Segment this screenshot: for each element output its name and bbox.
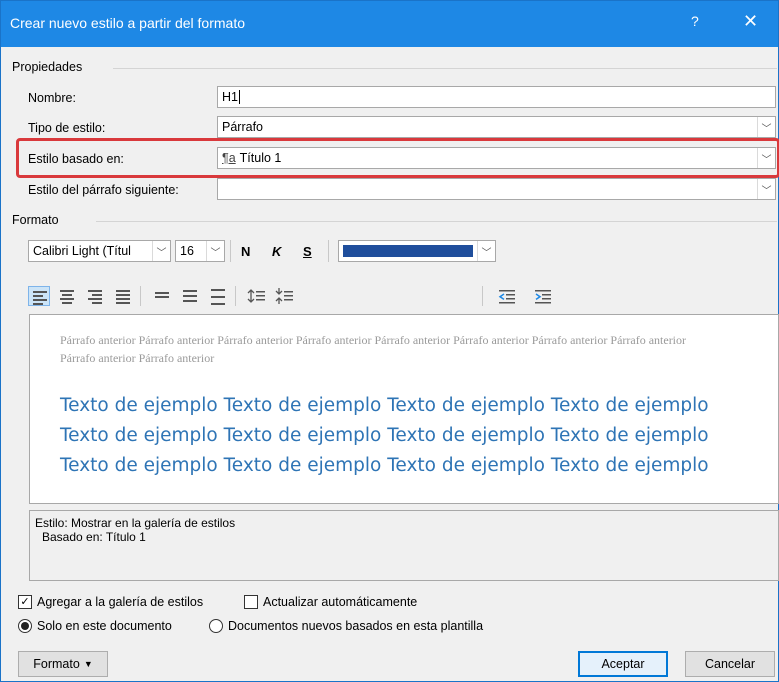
radio-unselected-icon [209, 619, 223, 633]
name-label: Nombre: [28, 91, 76, 105]
font-size-select[interactable]: 16 ﹀ [175, 240, 225, 262]
previous-paragraph-text: Párrafo anterior Párrafo anterior Párraf… [60, 333, 687, 365]
paragraph-style-icon: ¶a [222, 151, 236, 165]
align-right-icon [88, 290, 102, 306]
add-to-gallery-label: Agregar a la galería de estilos [37, 595, 204, 609]
one-half-spacing-icon [183, 290, 197, 304]
format-section-label: Formato [12, 213, 59, 227]
style-type-label: Tipo de estilo: [28, 121, 106, 135]
properties-divider [113, 68, 777, 69]
only-this-document-radio[interactable]: Solo en este documento [18, 619, 172, 633]
space-after-button[interactable] [274, 286, 296, 306]
style-type-value: Párrafo [222, 120, 263, 134]
space-after-icon [275, 288, 293, 304]
cancel-button-label: Cancelar [704, 657, 756, 671]
underline-button[interactable]: S [303, 244, 312, 259]
single-spacing-button[interactable] [151, 286, 173, 306]
dialog-title: Crear nuevo estilo a partir del formato [10, 15, 245, 31]
format-divider [96, 221, 777, 222]
next-style-label: Estilo del párrafo siguiente: [28, 183, 179, 197]
chevron-down-icon[interactable]: ﹀ [152, 241, 170, 261]
font-select[interactable]: Calibri Light (Títul ﹀ [28, 240, 171, 262]
cancel-button[interactable]: Cancelar [685, 651, 775, 677]
align-left-button[interactable] [28, 286, 50, 306]
style-type-select[interactable]: Párrafo ﹀ [217, 116, 776, 138]
double-spacing-icon [211, 289, 225, 307]
create-style-dialog: Crear nuevo estilo a partir del formato … [0, 0, 779, 682]
increase-indent-button[interactable] [532, 286, 554, 306]
font-color-swatch [343, 245, 473, 257]
align-center-button[interactable] [56, 286, 78, 306]
based-on-select[interactable]: ¶a Título 1 ﹀ [217, 147, 776, 169]
bold-button[interactable]: N [241, 244, 250, 259]
new-documents-radio[interactable]: Documentos nuevos basados en esta planti… [209, 619, 483, 633]
justify-button[interactable] [112, 286, 134, 306]
based-on-value: Título 1 [239, 151, 282, 165]
justify-icon [116, 290, 130, 306]
add-to-gallery-checkbox[interactable]: ✓ Agregar a la galería de estilos [18, 595, 203, 609]
sample-text: Texto de ejemplo Texto de ejemplo Texto … [60, 395, 709, 476]
italic-button[interactable]: K [272, 244, 281, 259]
align-right-button[interactable] [84, 286, 106, 306]
single-spacing-icon [155, 292, 169, 300]
text-caret [238, 90, 240, 104]
radio-selected-icon [18, 619, 32, 633]
caret-down-icon: ▼ [83, 659, 93, 669]
double-spacing-button[interactable] [207, 286, 229, 306]
name-input[interactable]: H1 [217, 86, 776, 108]
font-size-value: 16 [180, 244, 194, 258]
checkbox-checked-icon: ✓ [18, 595, 32, 609]
description-line-1: Estilo: Mostrar en la galería de estilos [35, 516, 236, 530]
chevron-down-icon[interactable]: ﹀ [206, 241, 224, 261]
close-icon[interactable]: ✕ [743, 11, 758, 32]
align-left-icon [33, 291, 47, 307]
font-color-select[interactable]: ﹀ [338, 240, 496, 262]
toolbar-separator [482, 286, 483, 306]
align-center-icon [60, 290, 74, 306]
style-preview: Párrafo anterior Párrafo anterior Párraf… [29, 314, 779, 504]
accept-button[interactable]: Aceptar [578, 651, 668, 677]
decrease-indent-button[interactable] [496, 286, 518, 306]
space-before-icon [247, 289, 265, 303]
next-style-select[interactable]: ﹀ [217, 178, 776, 200]
format-menu-button[interactable]: Formato ▼ [18, 651, 108, 677]
chevron-down-icon[interactable]: ﹀ [477, 241, 495, 261]
based-on-label: Estilo basado en: [28, 152, 124, 166]
toolbar-separator [140, 286, 141, 306]
properties-section-label: Propiedades [12, 60, 83, 74]
new-documents-label: Documentos nuevos basados en esta planti… [228, 619, 484, 633]
decrease-indent-icon [498, 290, 515, 304]
increase-indent-icon [535, 290, 551, 304]
toolbar-separator [230, 240, 231, 262]
chevron-down-icon[interactable]: ﹀ [757, 179, 775, 199]
style-description: Estilo: Mostrar en la galería de estilos… [29, 510, 779, 581]
one-half-spacing-button[interactable] [179, 286, 201, 306]
checkbox-unchecked-icon [244, 595, 258, 609]
title-bar: Crear nuevo estilo a partir del formato … [1, 1, 778, 47]
only-this-document-label: Solo en este documento [37, 619, 172, 633]
accept-button-label: Aceptar [601, 657, 645, 671]
space-before-button[interactable] [246, 286, 268, 306]
format-button-label: Formato [33, 657, 80, 671]
toolbar-separator [235, 286, 236, 306]
auto-update-checkbox[interactable]: Actualizar automáticamente [244, 595, 417, 609]
font-value: Calibri Light (Títul [33, 244, 131, 258]
help-icon[interactable]: ? [691, 13, 699, 29]
chevron-down-icon[interactable]: ﹀ [757, 117, 775, 137]
chevron-down-icon[interactable]: ﹀ [757, 148, 775, 168]
auto-update-label: Actualizar automáticamente [263, 595, 418, 609]
toolbar-separator [328, 240, 329, 262]
description-line-2: Basado en: Título 1 [42, 530, 146, 544]
name-input-value: H1 [222, 90, 238, 104]
